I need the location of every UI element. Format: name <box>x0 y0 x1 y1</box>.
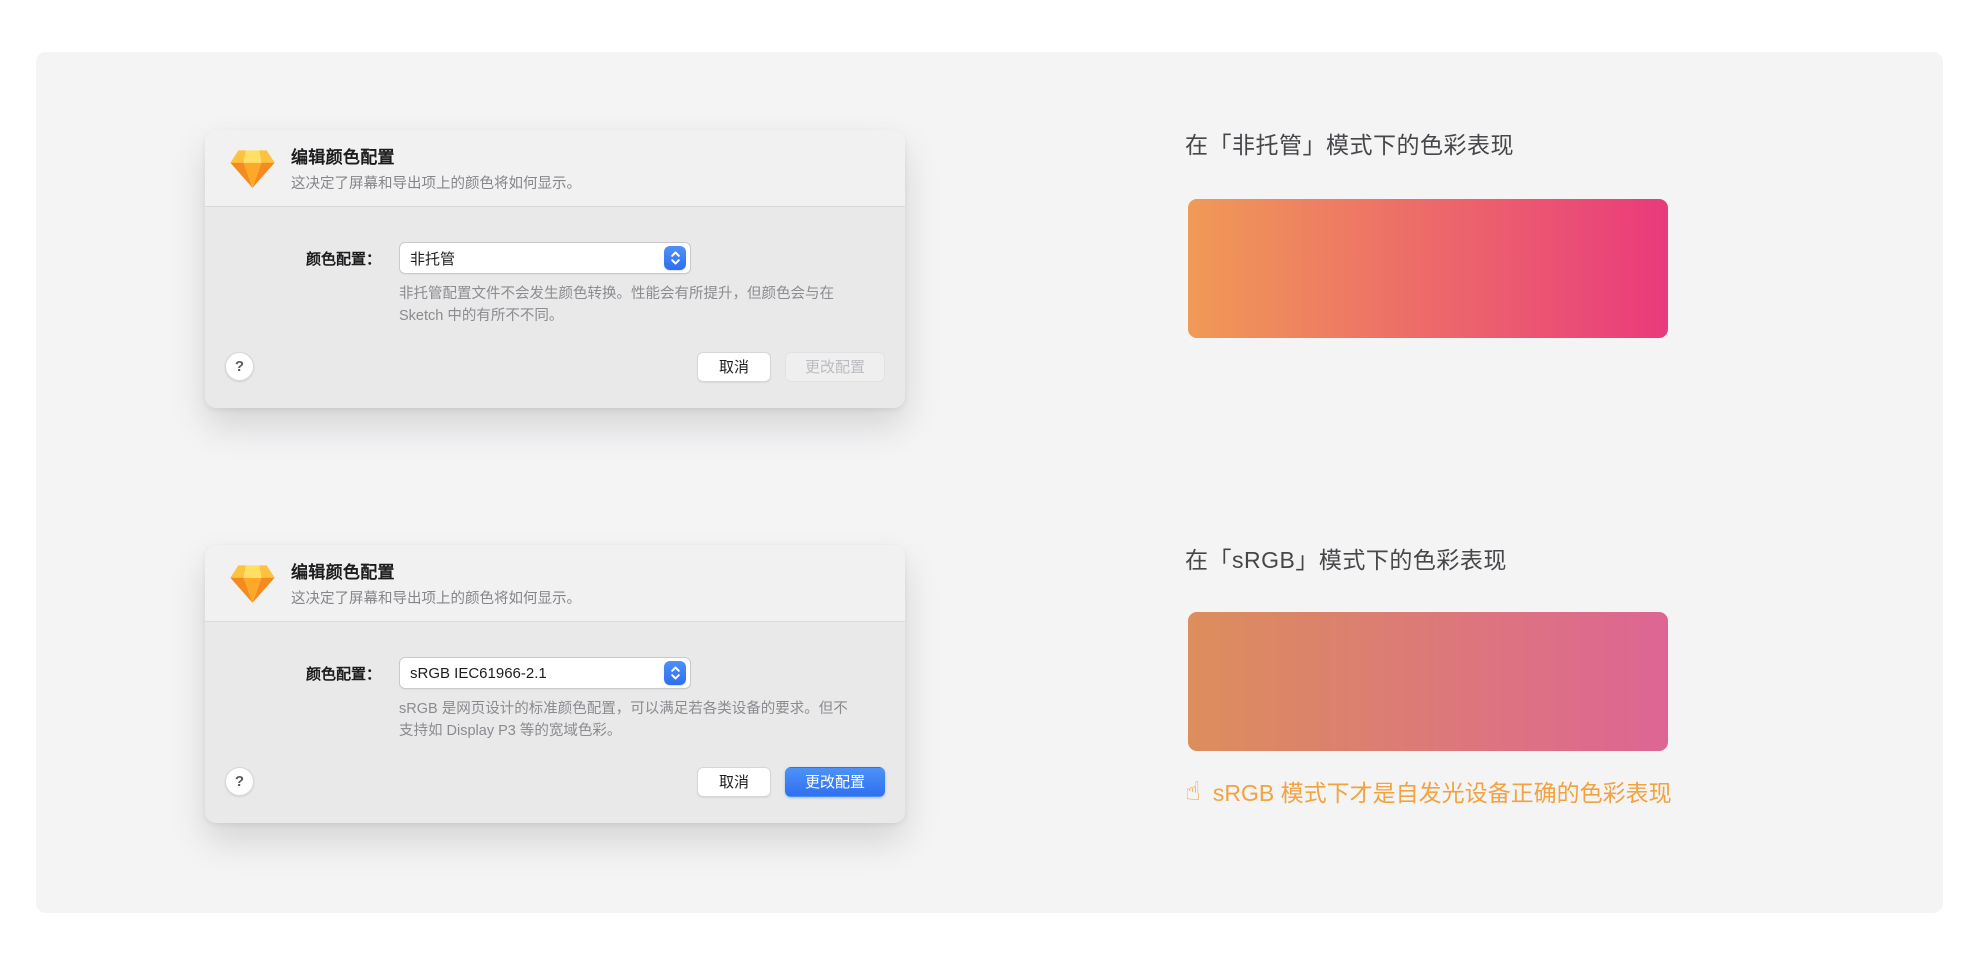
dialog-footer: ? 取消 更改配置 <box>225 766 885 797</box>
profile-description: 非托管配置文件不会发生颜色转换。性能会有所提升，但颜色会与在 Sketch 中的… <box>399 283 851 328</box>
button-group: 取消 更改配置 <box>697 767 885 797</box>
color-profile-dialog-srgb: 编辑颜色配置 这决定了屏幕和导出项上的颜色将如何显示。 颜色配置： sRGB I… <box>205 545 905 823</box>
dialog-header-text: 编辑颜色配置 这决定了屏幕和导出项上的颜色将如何显示。 <box>291 143 581 193</box>
change-profile-button[interactable]: 更改配置 <box>785 767 885 797</box>
color-profile-dialog-unmanaged: 编辑颜色配置 这决定了屏幕和导出项上的颜色将如何显示。 颜色配置： 非托管 非托… <box>205 130 905 408</box>
sketch-app-icon <box>229 561 276 605</box>
cancel-button[interactable]: 取消 <box>697 767 771 797</box>
color-profile-label: 颜色配置： <box>205 248 381 269</box>
sketch-app-icon <box>229 146 276 190</box>
page: 编辑颜色配置 这决定了屏幕和导出项上的颜色将如何显示。 颜色配置： 非托管 非托… <box>0 0 1966 958</box>
dialog-header-text: 编辑颜色配置 这决定了屏幕和导出项上的颜色将如何显示。 <box>291 558 581 608</box>
select-value: 非托管 <box>400 248 664 269</box>
button-group: 取消 更改配置 <box>697 352 885 382</box>
color-profile-label: 颜色配置： <box>205 663 381 684</box>
preview-heading-unmanaged: 在「非托管」模式下的色彩表现 <box>1185 126 1514 160</box>
dialog-header: 编辑颜色配置 这决定了屏幕和导出项上的颜色将如何显示。 <box>205 130 905 207</box>
srgb-note-text: sRGB 模式下才是自发光设备正确的色彩表现 <box>1213 774 1672 808</box>
help-button[interactable]: ? <box>225 352 254 381</box>
content-panel: 编辑颜色配置 这决定了屏幕和导出项上的颜色将如何显示。 颜色配置： 非托管 非托… <box>36 52 1943 913</box>
cancel-button[interactable]: 取消 <box>697 352 771 382</box>
change-profile-button[interactable]: 更改配置 <box>785 352 885 382</box>
help-button[interactable]: ? <box>225 767 254 796</box>
profile-description: sRGB 是网页设计的标准颜色配置，可以满足若各类设备的要求。但不支持如 Dis… <box>399 698 851 743</box>
color-profile-select[interactable]: 非托管 <box>399 242 691 274</box>
select-value: sRGB IEC61966-2.1 <box>400 665 664 682</box>
dialog-title: 编辑颜色配置 <box>291 558 581 583</box>
pointing-up-icon: ☝ <box>1185 778 1201 804</box>
preview-heading-srgb: 在「sRGB」模式下的色彩表现 <box>1185 541 1507 575</box>
dialog-footer: ? 取消 更改配置 <box>225 351 885 382</box>
dialog-subtitle: 这决定了屏幕和导出项上的颜色将如何显示。 <box>291 587 581 608</box>
chevron-up-down-icon <box>664 661 686 685</box>
srgb-note: ☝ sRGB 模式下才是自发光设备正确的色彩表现 <box>1185 774 1672 808</box>
dialog-subtitle: 这决定了屏幕和导出项上的颜色将如何显示。 <box>291 172 581 193</box>
chevron-up-down-icon <box>664 246 686 270</box>
color-profile-select[interactable]: sRGB IEC61966-2.1 <box>399 657 691 689</box>
gradient-swatch-unmanaged <box>1188 199 1668 338</box>
gradient-swatch-srgb <box>1188 612 1668 751</box>
color-profile-field-row: 颜色配置： sRGB IEC61966-2.1 <box>205 657 905 689</box>
dialog-title: 编辑颜色配置 <box>291 143 581 168</box>
dialog-header: 编辑颜色配置 这决定了屏幕和导出项上的颜色将如何显示。 <box>205 545 905 622</box>
color-profile-field-row: 颜色配置： 非托管 <box>205 242 905 274</box>
